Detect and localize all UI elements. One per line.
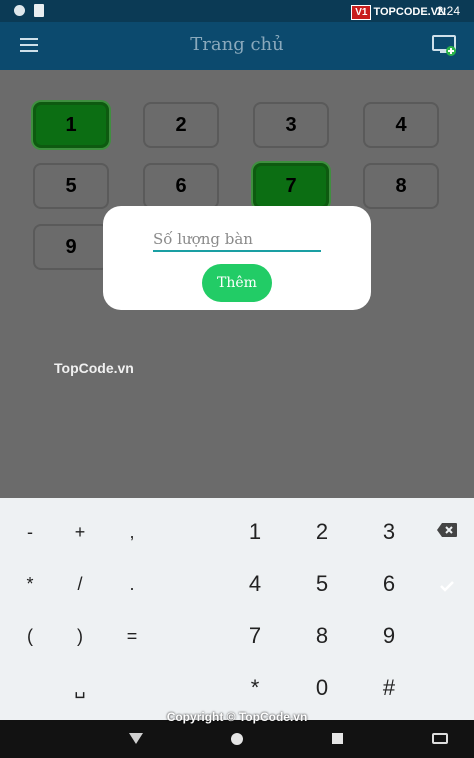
status-bar: V1 TOPCODE.VN 2:24 bbox=[0, 0, 474, 22]
logo-text: TOPCODE.VN bbox=[373, 6, 446, 18]
keyboard-key[interactable]: 8 bbox=[297, 614, 347, 658]
keyboard-key[interactable]: ) bbox=[55, 614, 105, 658]
table-button[interactable]: 8 bbox=[363, 163, 439, 209]
keyboard-key[interactable]: # bbox=[364, 666, 414, 710]
table-button[interactable]: 3 bbox=[253, 102, 329, 148]
clock: 2:24 bbox=[436, 4, 460, 18]
keyboard-key[interactable]: 0 bbox=[297, 666, 347, 710]
checkmark-icon bbox=[439, 579, 455, 593]
logo-box: V1 bbox=[351, 4, 372, 20]
home-icon[interactable] bbox=[231, 733, 243, 745]
table-button[interactable]: 2 bbox=[143, 102, 219, 148]
add-tables-dialog: Thêm bbox=[103, 206, 371, 310]
keyboard-key[interactable]: 7 bbox=[230, 614, 280, 658]
keyboard-key[interactable]: 3 bbox=[364, 510, 414, 554]
backspace-icon[interactable] bbox=[422, 508, 472, 552]
keyboard-key[interactable]: + bbox=[55, 510, 105, 554]
recent-apps-icon[interactable] bbox=[332, 733, 343, 744]
topcode-logo: V1 TOPCODE.VN bbox=[351, 3, 446, 21]
add-button[interactable]: Thêm bbox=[202, 264, 272, 302]
table-button[interactable]: 7 bbox=[253, 163, 329, 209]
keyboard-key[interactable]: 2 bbox=[297, 510, 347, 554]
keyboard-key[interactable]: 4 bbox=[230, 562, 280, 606]
table-button[interactable]: 6 bbox=[143, 163, 219, 209]
add-screen-icon[interactable] bbox=[432, 34, 458, 58]
keyboard-key[interactable]: * bbox=[5, 562, 55, 606]
keyboard-key[interactable]: = bbox=[107, 614, 157, 658]
table-count-input[interactable] bbox=[153, 228, 321, 252]
keyboard-key[interactable]: , bbox=[107, 510, 157, 554]
keyboard-key[interactable]: * bbox=[230, 666, 280, 710]
keyboard-key[interactable]: ( bbox=[5, 614, 55, 658]
space-key[interactable]: ␣ bbox=[55, 666, 105, 710]
keyboard-key[interactable]: 5 bbox=[297, 562, 347, 606]
keyboard-key[interactable]: 9 bbox=[364, 614, 414, 658]
table-button[interactable]: 4 bbox=[363, 102, 439, 148]
copyright: Copyright © TopCode.vn bbox=[166, 710, 308, 724]
keyboard-switch-icon[interactable] bbox=[432, 733, 448, 744]
keyboard-key[interactable]: 6 bbox=[364, 562, 414, 606]
keyboard-key[interactable]: . bbox=[107, 562, 157, 606]
keyboard-key[interactable]: 1 bbox=[230, 510, 280, 554]
table-button[interactable]: 1 bbox=[33, 102, 109, 148]
notification-dot-icon bbox=[14, 5, 25, 16]
navigation-bar bbox=[0, 720, 474, 758]
back-icon[interactable] bbox=[129, 733, 143, 744]
sd-card-icon bbox=[34, 4, 44, 17]
table-button[interactable]: 9 bbox=[33, 224, 109, 270]
page-title: Trang chủ bbox=[190, 34, 284, 55]
table-button[interactable]: 5 bbox=[33, 163, 109, 209]
watermark: TopCode.vn bbox=[54, 360, 134, 376]
done-key[interactable] bbox=[422, 564, 472, 608]
numeric-keyboard: - +, 1 2 3 * /. 4 5 6() = 7 8 9 ␣ * 0 # bbox=[0, 498, 474, 720]
keyboard-key[interactable]: - bbox=[5, 510, 55, 554]
keyboard-key[interactable]: / bbox=[55, 562, 105, 606]
app-bar: Trang chủ bbox=[0, 22, 474, 70]
